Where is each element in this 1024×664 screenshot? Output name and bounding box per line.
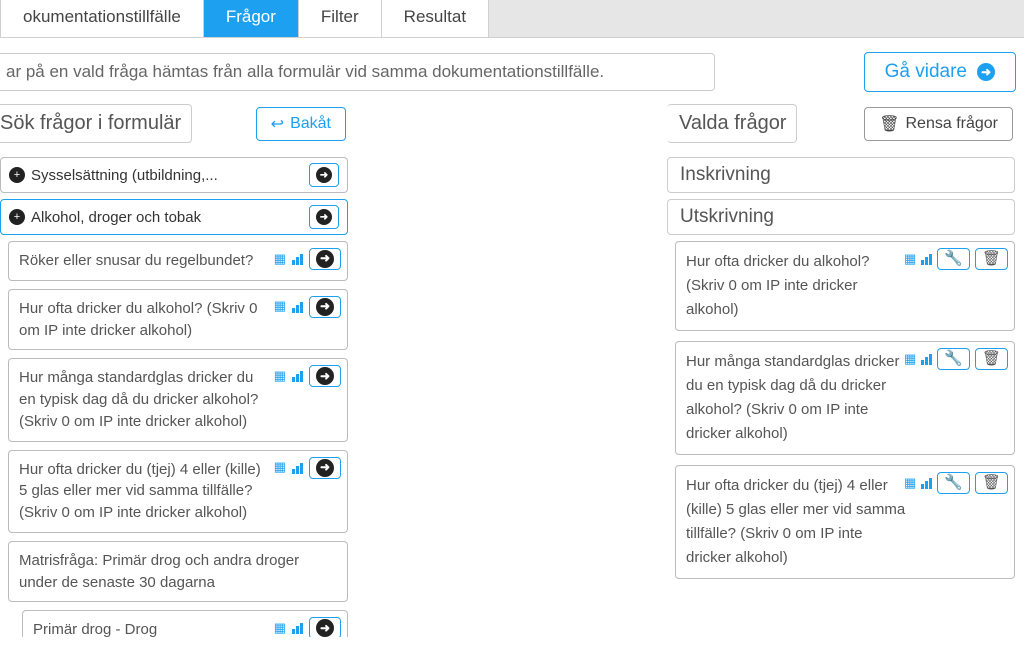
bars-icon	[292, 462, 303, 474]
edit-question-button[interactable]: 🔧	[937, 248, 970, 270]
go-next-label: Gå vidare	[885, 61, 967, 83]
bars-icon	[292, 622, 303, 634]
add-question-button[interactable]: ➜	[309, 248, 341, 270]
category-label: Alkohol, droger och tobak	[31, 209, 309, 226]
bars-icon	[921, 253, 932, 265]
arrow-right-icon: ➜	[316, 367, 334, 385]
category-open-button[interactable]: ➜	[309, 163, 339, 187]
wrench-icon: 🔧	[944, 347, 963, 371]
bars-icon	[292, 253, 303, 265]
tab-result[interactable]: Resultat	[382, 0, 489, 37]
arrow-right-icon: ➜	[316, 209, 332, 225]
plus-icon: +	[9, 209, 25, 225]
bars-icon	[292, 301, 303, 313]
arrow-right-icon: ➜	[316, 250, 334, 268]
arrow-right-icon: ➜	[316, 619, 334, 637]
bars-icon	[921, 477, 932, 489]
section-utskrivning[interactable]: Utskrivning	[667, 199, 1015, 235]
source-question[interactable]: ▦ ➜ Primär drog - Drog	[22, 610, 348, 637]
go-next-button[interactable]: Gå vidare ➜	[864, 52, 1016, 92]
add-question-button[interactable]: ➜	[309, 457, 341, 479]
tab-spacer	[489, 0, 1024, 37]
tab-questions[interactable]: Frågor	[204, 0, 299, 37]
section-inskrivning[interactable]: Inskrivning	[667, 157, 1015, 193]
arrow-right-icon: ➜	[977, 63, 995, 81]
source-question[interactable]: ▦ ➜ Hur ofta dricker du alkohol? (Skriv …	[8, 289, 348, 351]
category-open-button[interactable]: ➜	[309, 205, 339, 229]
bars-icon	[921, 353, 932, 365]
bars-icon	[292, 370, 303, 382]
grid-icon: ▦	[904, 349, 916, 370]
add-question-button[interactable]: ➜	[309, 365, 341, 387]
add-question-button[interactable]: ➜	[309, 296, 341, 318]
selected-question[interactable]: ▦ 🔧 🗑 Hur ofta dricker du alkohol? (Skri…	[675, 241, 1015, 331]
selected-questions-list[interactable]: Inskrivning Utskrivning ▦ 🔧 🗑 Hur ofta d…	[667, 157, 1019, 637]
arrow-right-icon: ➜	[316, 459, 334, 477]
wrench-icon: 🔧	[944, 471, 963, 495]
category-item[interactable]: + Alkohol, droger och tobak ➜	[0, 199, 348, 235]
tab-doc[interactable]: okumentationstillfälle	[0, 0, 204, 37]
add-question-button[interactable]: ➜	[309, 617, 341, 637]
source-question[interactable]: ▦ ➜ Röker eller snusar du regelbundet?	[8, 241, 348, 281]
trash-icon: 🗑	[982, 247, 1001, 271]
grid-icon: ▦	[904, 473, 916, 494]
grid-icon: ▦	[274, 458, 286, 477]
back-label: Bakåt	[290, 115, 331, 133]
back-button[interactable]: ↩ Bakåt	[256, 107, 346, 141]
remove-question-button[interactable]: 🗑	[975, 472, 1008, 494]
arrow-right-icon: ➜	[316, 167, 332, 183]
category-item[interactable]: + Sysselsättning (utbildning,... ➜	[0, 157, 348, 193]
selected-question[interactable]: ▦ 🔧 🗑 Hur ofta dricker du (tjej) 4 eller…	[675, 465, 1015, 579]
source-question[interactable]: Matrisfråga: Primär drog och andra droge…	[8, 541, 348, 603]
undo-icon: ↩	[271, 114, 284, 134]
question-text: Matrisfråga: Primär drog och andra droge…	[19, 550, 337, 594]
tab-bar: okumentationstillfälle Frågor Filter Res…	[0, 0, 1024, 38]
category-label: Sysselsättning (utbildning,...	[31, 167, 309, 184]
plus-icon: +	[9, 167, 25, 183]
search-questions-title: Sök frågor i formulär	[0, 104, 192, 143]
grid-icon: ▦	[274, 367, 286, 386]
grid-icon: ▦	[274, 297, 286, 316]
remove-question-button[interactable]: 🗑	[975, 348, 1008, 370]
clear-label: Rensa frågor	[906, 115, 999, 133]
grid-icon: ▦	[904, 249, 916, 270]
selected-question[interactable]: ▦ 🔧 🗑 Hur många standardglas dricker du …	[675, 341, 1015, 455]
wrench-icon: 🔧	[944, 247, 963, 271]
arrow-right-icon: ➜	[316, 298, 334, 316]
selected-questions-title: Valda frågor	[667, 104, 797, 143]
edit-question-button[interactable]: 🔧	[937, 348, 970, 370]
info-banner: ar på en vald fråga hämtas från alla for…	[0, 53, 715, 91]
tab-filter[interactable]: Filter	[299, 0, 382, 37]
trash-icon: 🗑	[982, 347, 1001, 371]
trash-icon: 🗑	[879, 114, 899, 134]
clear-questions-button[interactable]: 🗑 Rensa frågor	[864, 107, 1013, 141]
grid-icon: ▦	[274, 250, 286, 269]
source-question[interactable]: ▦ ➜ Hur ofta dricker du (tjej) 4 eller (…	[8, 450, 348, 533]
edit-question-button[interactable]: 🔧	[937, 472, 970, 494]
trash-icon: 🗑	[982, 471, 1001, 495]
source-question[interactable]: ▦ ➜ Hur många standardglas dricker du en…	[8, 358, 348, 441]
remove-question-button[interactable]: 🗑	[975, 248, 1008, 270]
question-source-list[interactable]: + Sysselsättning (utbildning,... ➜ + Alk…	[0, 157, 352, 637]
grid-icon: ▦	[274, 619, 286, 637]
